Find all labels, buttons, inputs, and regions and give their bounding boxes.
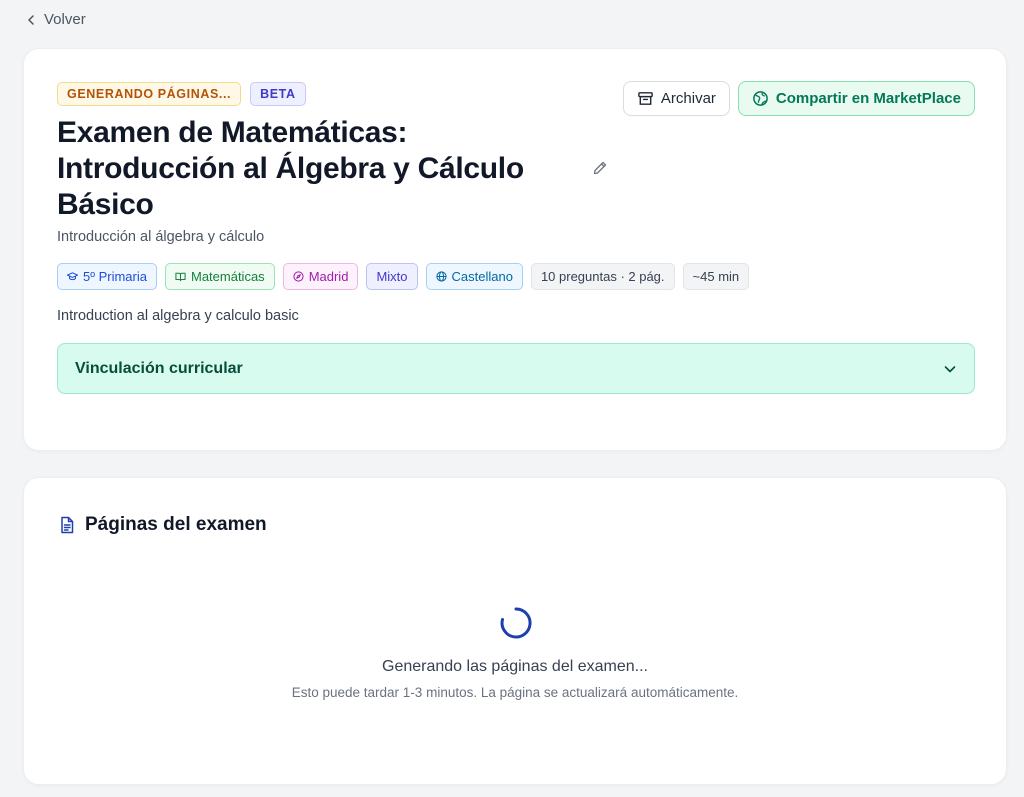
archive-label: Archivar: [660, 90, 716, 107]
globe-icon: [753, 91, 768, 106]
tag-type: Mixto: [366, 263, 418, 290]
pencil-icon[interactable]: [592, 160, 608, 176]
tag-label: ~45 min: [692, 269, 740, 284]
tag-question-count: 10 preguntas · 2 pág.: [530, 263, 675, 290]
file-text-icon: [61, 516, 74, 534]
tag-label: Madrid: [308, 269, 349, 284]
accordion-label: Vinculación curricular: [75, 359, 243, 377]
exam-title: Examen de Matemáticas: Introducción al Á…: [57, 116, 524, 221]
loading-title: Generando las páginas del examen...: [382, 658, 648, 675]
globe-icon: [435, 271, 447, 282]
tag-grade: 5º Primaria: [57, 263, 157, 290]
exam-subtitle: Introducción al álgebra y cálculo: [57, 229, 265, 245]
exam-tags: 5º Primaria Matemáticas Madrid Mixto Cas…: [57, 263, 750, 290]
tag-duration: ~45 min: [682, 263, 750, 290]
loading-subtitle: Esto puede tardar 1-3 minutos. La página…: [291, 685, 739, 700]
beta-badge: BETA: [250, 82, 306, 106]
archive-icon: [638, 92, 653, 105]
status-badges: GENERANDO PÁGINAS... BETA: [57, 82, 306, 106]
chevron-down-icon: [944, 365, 956, 372]
loading-spinner-icon: [500, 607, 532, 639]
curriculum-accordion[interactable]: Vinculación curricular: [57, 343, 975, 394]
exam-description: Introduction al algebra y calculo basic: [57, 308, 299, 324]
header-actions: Archivar Compartir en MarketPlace: [622, 81, 975, 116]
tag-label: 5º Primaria: [83, 269, 147, 284]
back-label: Volver: [44, 11, 86, 28]
tag-region: Madrid: [282, 263, 359, 290]
tag-label: Matemáticas: [190, 269, 265, 284]
tag-label: Mixto: [376, 269, 408, 284]
graduation-cap-icon: [67, 272, 78, 281]
exam-pages-card: Páginas del examen Generando las páginas…: [23, 477, 1007, 785]
pages-header: Páginas del examen: [58, 514, 267, 536]
compass-icon: [293, 271, 304, 282]
status-badge: GENERANDO PÁGINAS...: [57, 82, 242, 106]
tag-label: Castellano: [451, 269, 513, 284]
tag-subject: Matemáticas: [164, 263, 275, 290]
pages-title: Páginas del examen: [85, 514, 267, 535]
share-marketplace-button[interactable]: Compartir en MarketPlace: [737, 81, 975, 116]
share-label: Compartir en MarketPlace: [775, 90, 961, 107]
back-link[interactable]: Volver: [26, 11, 86, 28]
archive-button[interactable]: Archivar: [622, 81, 730, 116]
tag-language: Castellano: [425, 263, 523, 290]
exam-info-card: GENERANDO PÁGINAS... BETA Archivar Compa…: [23, 48, 1007, 451]
book-open-icon: [175, 272, 186, 282]
tag-label: 10 preguntas · 2 pág.: [540, 269, 665, 284]
chevron-left-icon: [28, 14, 34, 25]
